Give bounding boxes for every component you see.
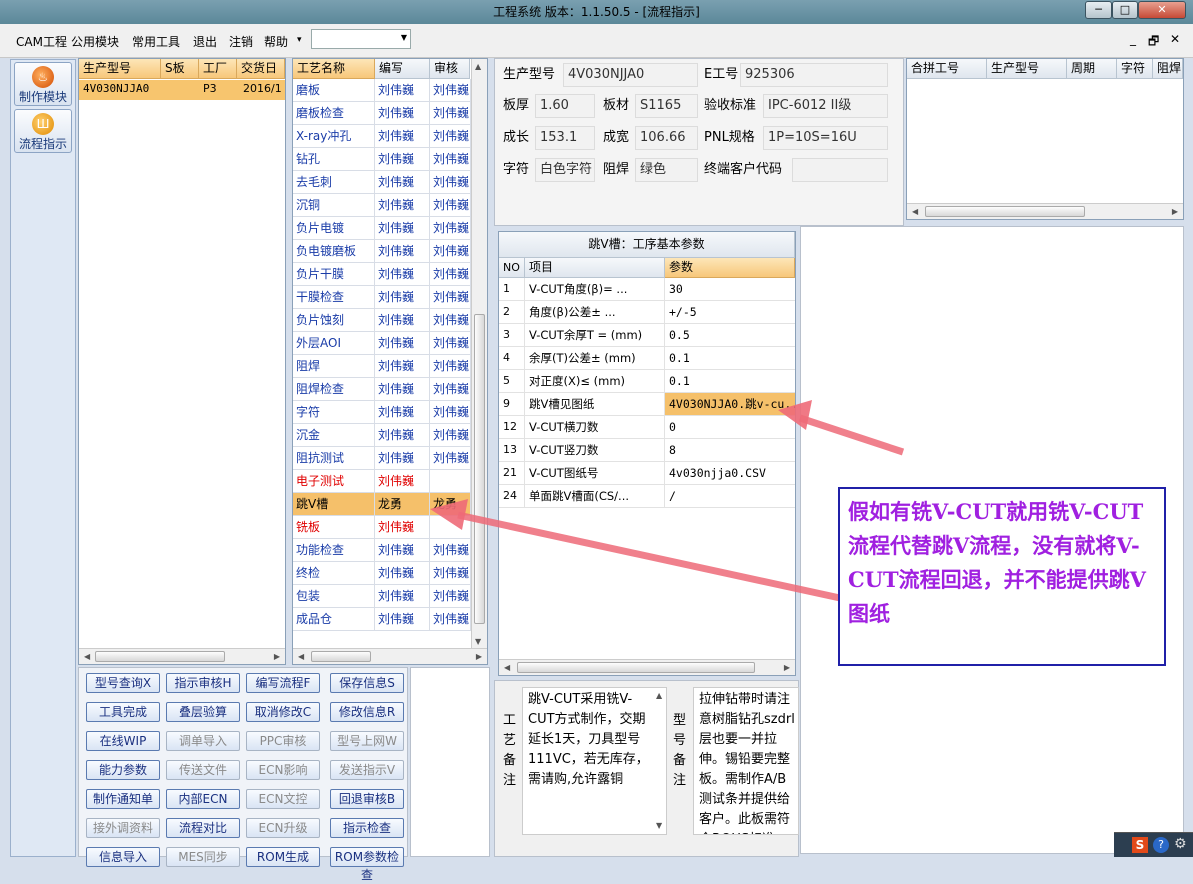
ime-s-icon[interactable]: S (1132, 837, 1148, 853)
annotation-arrows (430, 400, 905, 602)
help-icon[interactable]: ? (1153, 837, 1169, 853)
system-tray: S ? ⚙ (1114, 832, 1193, 857)
annotation-box: 假如有铣V-CUT就用铣V-CUT流程代替跳V流程，没有就将V-CUT流程回退，… (838, 487, 1166, 666)
arrow-to-drawing (778, 400, 905, 456)
arrow-to-vgroove (430, 499, 841, 602)
gear-icon[interactable]: ⚙ (1174, 836, 1187, 852)
